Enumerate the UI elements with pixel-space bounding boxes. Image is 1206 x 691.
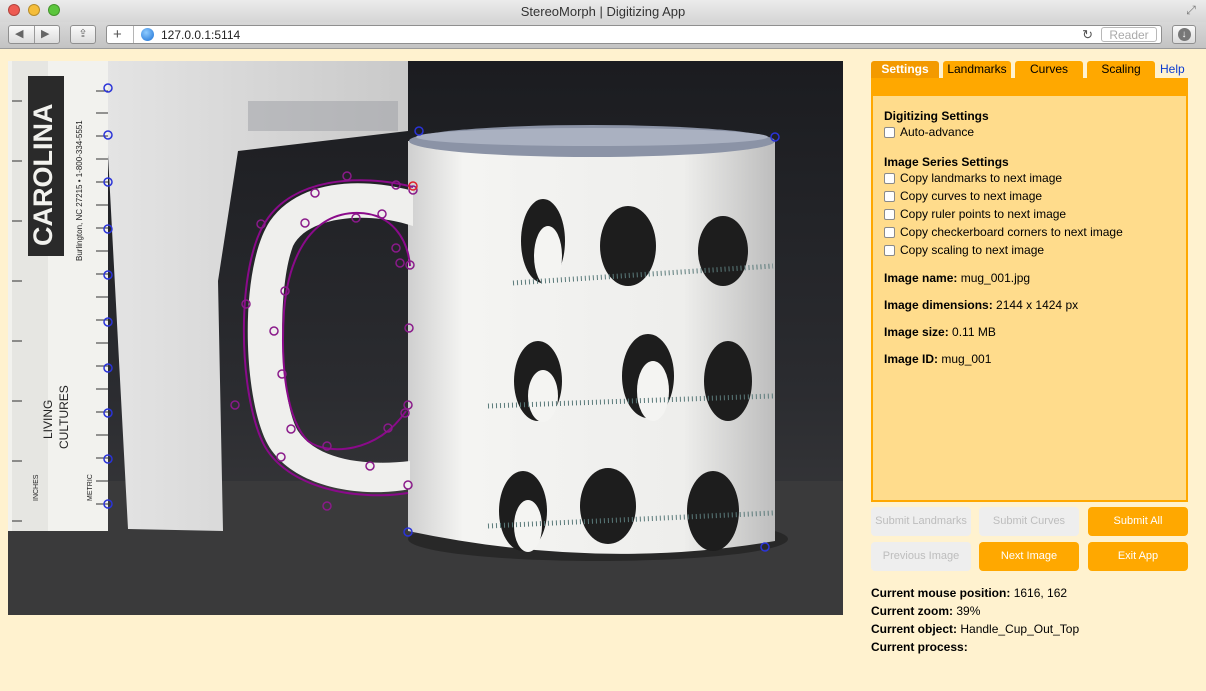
address-bar[interactable]: + 127.0.0.1:5114 ↻ Reader: [106, 25, 1162, 44]
app-content: CAROLINA Burlington, NC 27215 • 1-800-33…: [0, 49, 1206, 691]
mug-rim-inner: [416, 128, 768, 146]
history-nav-group: ◀ ▶: [8, 25, 60, 44]
ruler-metric: METRIC: [87, 474, 94, 501]
downloads-button[interactable]: ↓: [1172, 25, 1196, 44]
option-label: Copy landmarks to next image: [900, 171, 1063, 185]
help-link[interactable]: Help: [1160, 61, 1185, 78]
process-status: Current process:: [871, 638, 1079, 656]
previous-image-button[interactable]: Previous Image: [871, 542, 971, 571]
image-id-info: Image ID: mug_001: [884, 352, 991, 366]
auto-advance-option[interactable]: Auto-advance: [884, 125, 974, 141]
image-series-settings-title: Image Series Settings: [884, 155, 1009, 169]
digitizing-image[interactable]: CAROLINA Burlington, NC 27215 • 1-800-33…: [8, 61, 843, 615]
share-icon: ⇪: [78, 28, 88, 40]
submit-landmarks-button[interactable]: Submit Landmarks: [871, 507, 971, 536]
tab-landmarks[interactable]: Landmarks: [943, 61, 1011, 78]
tab-bar: [871, 78, 1188, 96]
add-bookmark-icon[interactable]: +: [113, 26, 122, 43]
url-text[interactable]: 127.0.0.1:5114: [161, 28, 240, 42]
status-area: Current mouse position: 1616, 162 Curren…: [871, 584, 1079, 656]
image-dimensions-label: Image dimensions:: [884, 298, 993, 312]
mouse-position-value: 1616, 162: [1013, 586, 1068, 600]
browser-toolbar: ◀ ▶ ⇪ + 127.0.0.1:5114 ↻ Reader ↓: [0, 22, 1206, 49]
image-size-value: 0.11 MB: [952, 325, 996, 339]
reload-icon[interactable]: ↻: [1082, 26, 1093, 43]
image-id-value: mug_001: [941, 352, 992, 366]
exit-app-button[interactable]: Exit App: [1088, 542, 1188, 571]
image-name-info: Image name: mug_001.jpg: [884, 271, 1030, 285]
zoom-value: 39%: [956, 604, 981, 618]
tab-settings[interactable]: Settings: [871, 61, 939, 78]
image-id-label: Image ID:: [884, 352, 939, 366]
auto-advance-checkbox[interactable]: [884, 127, 895, 138]
copy-checkerboard-checkbox[interactable]: [884, 227, 895, 238]
image-size-label: Image size:: [884, 325, 949, 339]
download-icon: ↓: [1177, 28, 1191, 41]
copy-checkerboard-option[interactable]: Copy checkerboard corners to next image: [884, 225, 1123, 241]
zoom-label: Current zoom:: [871, 604, 953, 618]
ruler-living: LIVING: [41, 400, 55, 439]
settings-panel: Digitizing Settings Auto-advance Image S…: [871, 96, 1188, 502]
back-icon[interactable]: ◀: [15, 26, 23, 43]
copy-landmarks-checkbox[interactable]: [884, 173, 895, 184]
reader-button[interactable]: Reader: [1101, 27, 1157, 42]
mouse-position-status: Current mouse position: 1616, 162: [871, 584, 1079, 602]
copy-landmarks-option[interactable]: Copy landmarks to next image: [884, 171, 1062, 187]
option-label: Copy checkerboard corners to next image: [900, 225, 1123, 239]
object-value: Handle_Cup_Out_Top: [960, 622, 1080, 636]
background-object: [248, 101, 398, 131]
ruler-subtext: Burlington, NC 27215 • 1-800-334-5551: [75, 120, 84, 261]
title-bar: StereoMorph | Digitizing App ⤢: [0, 0, 1206, 22]
fullscreen-icon[interactable]: ⤢: [1184, 3, 1198, 17]
image-size-info: Image size: 0.11 MB: [884, 325, 996, 339]
next-image-button[interactable]: Next Image: [979, 542, 1079, 571]
image-name-label: Image name:: [884, 271, 958, 285]
process-label: Current process:: [871, 640, 968, 654]
ruler-cultures: CULTURES: [57, 385, 71, 449]
image-dimensions-value: 2144 x 1424 px: [996, 298, 1079, 312]
tab-curves[interactable]: Curves: [1015, 61, 1083, 78]
object-status: Current object: Handle_Cup_Out_Top: [871, 620, 1079, 638]
image-canvas[interactable]: CAROLINA Burlington, NC 27215 • 1-800-33…: [8, 61, 843, 615]
copy-scaling-checkbox[interactable]: [884, 245, 895, 256]
submit-curves-button[interactable]: Submit Curves: [979, 507, 1079, 536]
submit-all-button[interactable]: Submit All: [1088, 507, 1188, 536]
image-dimensions-info: Image dimensions: 2144 x 1424 px: [884, 298, 1078, 312]
copy-curves-checkbox[interactable]: [884, 191, 895, 202]
forward-icon[interactable]: ▶: [41, 26, 49, 43]
divider: [34, 26, 35, 43]
option-label: Copy ruler points to next image: [900, 207, 1067, 221]
browser-window: StereoMorph | Digitizing App ⤢ ◀ ▶ ⇪ + 1…: [0, 0, 1206, 691]
divider: [133, 26, 134, 43]
mouse-position-label: Current mouse position:: [871, 586, 1011, 600]
window-title: StereoMorph | Digitizing App: [520, 4, 686, 19]
object-label: Current object:: [871, 622, 958, 636]
auto-advance-label: Auto-advance: [900, 125, 975, 139]
zoom-status: Current zoom: 39%: [871, 602, 1079, 620]
copy-ruler-points-checkbox[interactable]: [884, 209, 895, 220]
copy-ruler-points-option[interactable]: Copy ruler points to next image: [884, 207, 1066, 223]
share-button[interactable]: ⇪: [70, 25, 96, 44]
copy-curves-option[interactable]: Copy curves to next image: [884, 189, 1042, 205]
copy-scaling-option[interactable]: Copy scaling to next image: [884, 243, 1044, 259]
globe-icon: [141, 28, 154, 41]
tab-scaling[interactable]: Scaling: [1087, 61, 1155, 78]
ruler-inches: INCHES: [33, 474, 40, 501]
digitizing-settings-title: Digitizing Settings: [884, 109, 989, 123]
image-name-value: mug_001.jpg: [960, 271, 1031, 285]
ruler-brand: CAROLINA: [28, 104, 58, 247]
option-label: Copy scaling to next image: [900, 243, 1045, 257]
option-label: Copy curves to next image: [900, 189, 1043, 203]
